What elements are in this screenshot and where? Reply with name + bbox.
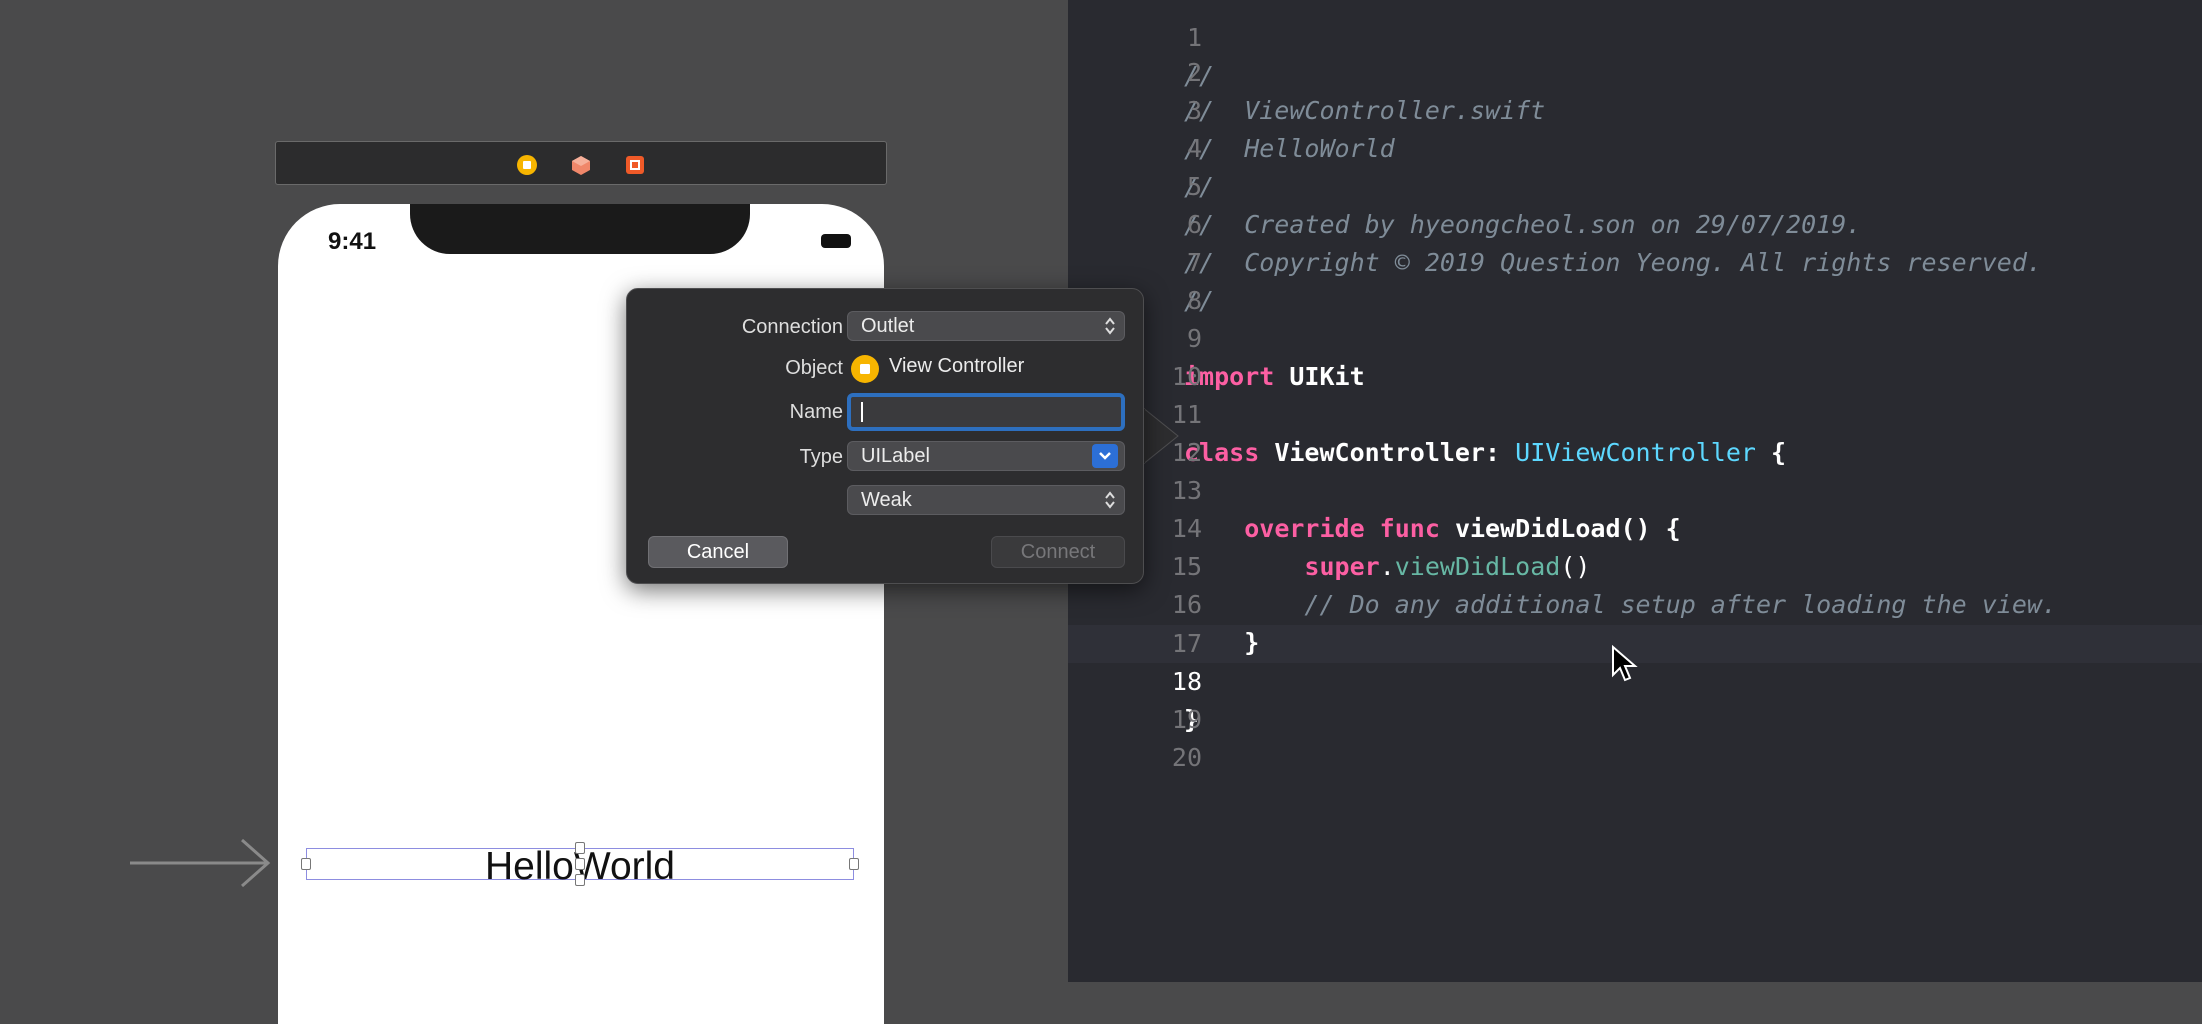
storage-select[interactable]: Weak bbox=[847, 485, 1125, 515]
code-line[interactable]: 8 bbox=[1068, 244, 2202, 315]
code-line[interactable]: 10 bbox=[1068, 320, 2202, 391]
storage-value: Weak bbox=[861, 489, 912, 511]
name-label: Name bbox=[789, 401, 843, 423]
exit-icon[interactable] bbox=[624, 154, 646, 176]
text-caret bbox=[861, 402, 863, 422]
chevron-down-icon bbox=[1099, 452, 1111, 460]
line-number: 20 bbox=[1171, 743, 1202, 772]
connect-button[interactable]: Connect bbox=[991, 536, 1125, 568]
connection-select[interactable]: Outlet bbox=[847, 311, 1125, 341]
code-line[interactable]: 12 bbox=[1068, 396, 2202, 467]
code-line[interactable]: 7 // bbox=[1068, 206, 2202, 315]
resize-handle-top[interactable] bbox=[575, 842, 585, 854]
code-line[interactable]: 14 super.viewDidLoad() bbox=[1068, 472, 2202, 581]
object-label: Object bbox=[785, 357, 843, 379]
updown-chevron-icon bbox=[1105, 491, 1115, 509]
code-line[interactable]: 2 // ViewController.swift bbox=[1068, 16, 2202, 125]
code-line[interactable]: 11 class ViewController: UIViewControlle… bbox=[1068, 358, 2202, 467]
outlet-name-field[interactable] bbox=[847, 393, 1125, 431]
hello-world-label[interactable]: HelloWorld bbox=[301, 842, 859, 888]
type-combo[interactable]: UILabel bbox=[847, 441, 1125, 471]
cancel-button[interactable]: Cancel bbox=[648, 536, 788, 568]
entry-point-arrow-icon[interactable] bbox=[130, 838, 275, 888]
scene-dock bbox=[275, 141, 887, 185]
view-controller-icon bbox=[851, 355, 879, 383]
code-line[interactable]: 15 // Do any additional setup after load… bbox=[1068, 510, 2202, 619]
status-bar-time: 9:41 bbox=[328, 228, 377, 255]
code-line[interactable]: 13 override func viewDidLoad() { bbox=[1068, 434, 2202, 543]
first-responder-icon[interactable] bbox=[570, 154, 592, 176]
type-dropdown-button[interactable] bbox=[1092, 444, 1118, 468]
popover-arrow bbox=[1142, 407, 1179, 465]
code-line[interactable]: 20 bbox=[1068, 701, 2202, 772]
code-line[interactable]: 5 // Created by hyeongcheol.son on 29/07… bbox=[1068, 130, 2202, 239]
object-value: View Controller bbox=[889, 355, 1025, 377]
code-line[interactable]: 17 bbox=[1068, 587, 2202, 658]
connection-value: Outlet bbox=[861, 315, 915, 337]
code-line[interactable]: 3 // HelloWorld bbox=[1068, 54, 2202, 163]
code-line[interactable]: 9 import UIKit bbox=[1068, 282, 2202, 391]
resize-handle-bottom[interactable] bbox=[575, 874, 585, 886]
outlet-connection-popover: Connection Outlet Object View Controller… bbox=[626, 288, 1144, 584]
connection-label: Connection bbox=[741, 316, 843, 338]
code-line[interactable]: 16 } bbox=[1068, 548, 2202, 657]
type-value: UILabel bbox=[861, 445, 930, 467]
battery-icon bbox=[821, 234, 851, 248]
resize-handle-right[interactable] bbox=[849, 858, 859, 870]
updown-chevron-icon bbox=[1105, 317, 1115, 335]
code-editor[interactable]: 1 // 2 // ViewController.swift 3 // Hell… bbox=[1068, 0, 2202, 982]
code-line[interactable]: 4 // bbox=[1068, 92, 2202, 201]
notch bbox=[410, 204, 750, 254]
view-controller-icon[interactable] bbox=[516, 154, 538, 176]
mouse-cursor-icon bbox=[1612, 645, 1638, 682]
resize-handle-center[interactable] bbox=[575, 858, 585, 870]
resize-handle-left[interactable] bbox=[301, 858, 311, 870]
type-label: Type bbox=[799, 446, 843, 468]
code-line[interactable]: 6 // Copyright © 2019 Question Yeong. Al… bbox=[1068, 168, 2202, 277]
